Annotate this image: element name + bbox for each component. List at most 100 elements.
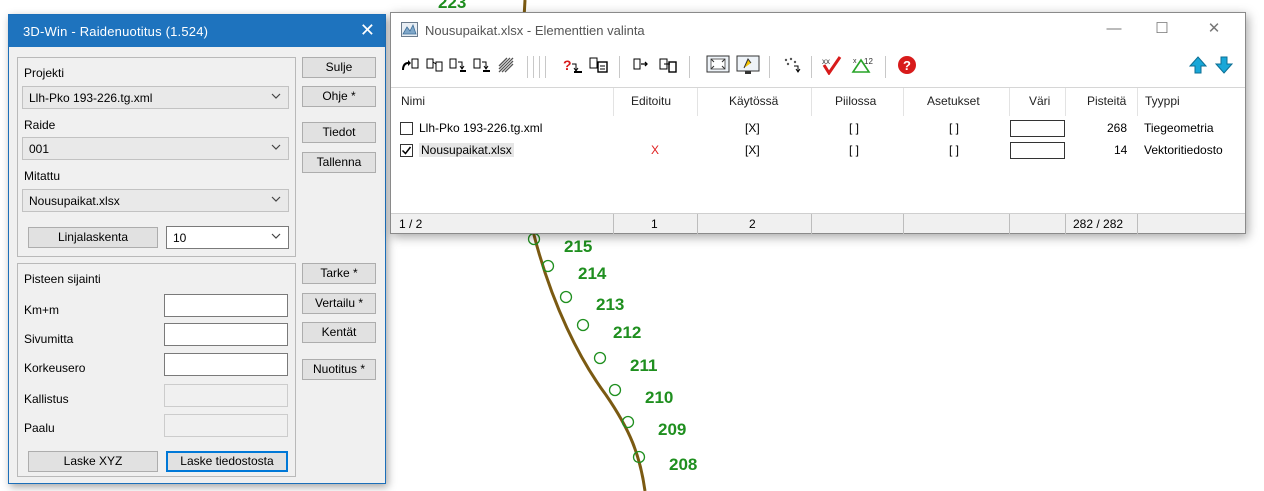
column-divider — [903, 88, 904, 116]
laske-tiedostosta-button[interactable]: Laske tiedostosta — [166, 451, 288, 472]
maximize-icon[interactable]: ☐ — [1139, 19, 1185, 39]
table-row[interactable]: Nousupaikat.xlsx X [X] [ ] [ ] 14 Vektor… — [391, 140, 1245, 161]
column-header-asetukset[interactable]: Asetukset — [927, 94, 980, 108]
status-divider — [697, 214, 698, 234]
element-properties-icon[interactable] — [587, 54, 611, 76]
station-marker[interactable] — [593, 351, 607, 365]
station-marker[interactable] — [576, 318, 590, 332]
dialog-titlebar[interactable]: 3D-Win - Raidenuotitus (1.524) ✕ — [9, 15, 385, 47]
linjalaskenta-button[interactable]: Linjalaskenta — [28, 227, 158, 248]
mitattu-label: Mitattu — [24, 169, 61, 183]
column-divider — [1065, 88, 1066, 116]
help-icon[interactable]: ? — [895, 54, 919, 76]
column-divider — [1137, 88, 1138, 116]
toolbar-separator — [619, 56, 620, 78]
station-label: 214 — [578, 264, 607, 283]
row-color-swatch[interactable] — [1010, 142, 1065, 159]
arrow-up-icon[interactable] — [1187, 54, 1209, 76]
find-element-icon[interactable]: ? — [561, 54, 585, 76]
station-marker[interactable] — [559, 290, 573, 304]
projekti-select[interactable]: Llh-Pko 193-226.tg.xml — [22, 86, 289, 109]
kentat-button[interactable]: Kentät — [302, 322, 376, 343]
chevron-down-icon — [271, 93, 281, 99]
svg-text:x: x — [853, 58, 857, 65]
row-piilossa[interactable]: [ ] — [849, 143, 859, 157]
sivumitta-field[interactable] — [164, 323, 288, 346]
sulje-button[interactable]: Sulje — [302, 57, 376, 78]
column-header-piilossa[interactable]: Piilossa — [835, 94, 876, 108]
toolbar-separator — [769, 56, 770, 78]
window-titlebar[interactable]: Nousupaikat.xlsx - Elementtien valinta —… — [391, 13, 1245, 46]
window-title: Nousupaikat.xlsx - Elementtien valinta — [425, 23, 645, 38]
toolbar: ? xx 12 x ? — [391, 46, 1245, 84]
minimize-icon[interactable]: — — [1091, 19, 1137, 39]
column-header-vari[interactable]: Väri — [1029, 94, 1050, 108]
row-piilossa[interactable]: [ ] — [849, 121, 859, 135]
toolbar-separator — [533, 56, 534, 78]
station-label: 211 — [630, 356, 657, 375]
laske-xyz-button[interactable]: Laske XYZ — [28, 451, 158, 472]
status-divider — [1137, 214, 1138, 234]
move-down-icon[interactable] — [471, 54, 493, 76]
row-tyyppi: Vektoritiedosto — [1144, 143, 1223, 157]
raide-select[interactable]: 001 — [22, 137, 289, 160]
paalu-label: Paalu — [24, 421, 55, 435]
row-checkbox[interactable] — [400, 122, 413, 135]
zoom-extent-icon[interactable] — [705, 54, 731, 76]
tiedot-button[interactable]: Tiedot — [302, 122, 376, 143]
column-header-tyyppi[interactable]: Tyyppi — [1145, 94, 1180, 108]
km-field[interactable] — [164, 294, 288, 317]
move-up-icon[interactable] — [447, 54, 469, 76]
import-icon[interactable] — [657, 54, 681, 76]
close-icon[interactable]: ✕ — [360, 20, 375, 40]
mitattu-value: Nousupaikat.xlsx — [29, 194, 120, 208]
column-header-kaytossa[interactable]: Käytössä — [729, 94, 778, 108]
row-checkbox[interactable] — [400, 144, 413, 157]
chevron-down-icon — [271, 144, 281, 150]
statistics-icon[interactable]: 12 x — [849, 54, 875, 76]
table-row[interactable]: Llh-Pko 193-226.tg.xml [X] [ ] [ ] 268 T… — [391, 118, 1245, 139]
row-name: Llh-Pko 193-226.tg.xml — [419, 121, 543, 135]
status-divider — [903, 214, 904, 234]
row-name: Nousupaikat.xlsx — [419, 143, 514, 157]
tarke-button[interactable]: Tarke * — [302, 263, 376, 284]
vertailu-button[interactable]: Vertailu * — [302, 293, 376, 314]
pisteen-sijainti-group: Pisteen sijainti Km+m Sivumitta Korkeuse… — [17, 263, 296, 477]
column-divider — [811, 88, 812, 116]
station-label: 212 — [613, 323, 641, 342]
chevron-down-icon — [271, 233, 281, 239]
points-icon[interactable] — [781, 54, 805, 76]
nuotitus-button[interactable]: Nuotitus * — [302, 359, 376, 380]
raidenuotitus-dialog: 3D-Win - Raidenuotitus (1.524) ✕ Projekt… — [8, 14, 386, 484]
arrow-down-icon[interactable] — [1213, 54, 1235, 76]
linjalaskenta-select[interactable]: 10 — [166, 226, 289, 249]
ohje-button[interactable]: Ohje * — [302, 86, 376, 107]
station-label: 213 — [596, 295, 624, 314]
copy-element-icon[interactable] — [424, 54, 446, 76]
row-kaytossa[interactable]: [X] — [745, 143, 760, 157]
hatch-icon[interactable] — [495, 54, 517, 76]
row-asetukset[interactable]: [ ] — [949, 121, 959, 135]
row-tyyppi: Tiegeometria — [1144, 121, 1214, 135]
display-icon[interactable] — [735, 54, 761, 76]
tallenna-button[interactable]: Tallenna — [302, 152, 376, 173]
row-asetukset[interactable]: [ ] — [949, 143, 959, 157]
close-icon[interactable]: ✕ — [1191, 19, 1237, 39]
column-header-nimi[interactable]: Nimi — [401, 94, 425, 108]
row-kaytossa[interactable]: [X] — [745, 121, 760, 135]
export-icon[interactable] — [631, 54, 653, 76]
elementtien-valinta-window: Nousupaikat.xlsx - Elementtien valinta —… — [390, 12, 1246, 234]
mitattu-select[interactable]: Nousupaikat.xlsx — [22, 189, 289, 212]
station-marker[interactable] — [608, 383, 622, 397]
korkeusero-field[interactable] — [164, 353, 288, 376]
status-divider — [811, 214, 812, 234]
column-header-editoitu[interactable]: Editoitu — [631, 94, 671, 108]
row-color-swatch[interactable] — [1010, 120, 1065, 137]
new-element-icon[interactable] — [399, 54, 421, 76]
toolbar-separator — [539, 56, 540, 78]
kallistus-label: Kallistus — [24, 392, 69, 406]
column-divider — [697, 88, 698, 116]
column-divider — [613, 88, 614, 116]
check-icon[interactable]: xx — [819, 54, 845, 76]
column-header-pisteita[interactable]: Pisteitä — [1087, 94, 1126, 108]
